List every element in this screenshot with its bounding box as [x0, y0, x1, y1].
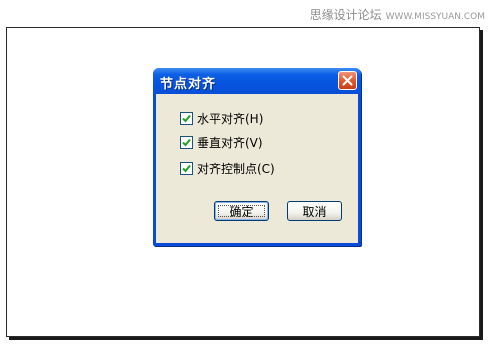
focus-rect — [218, 205, 265, 217]
watermark: 思缘设计论坛 WWW.MISSYUAN.COM — [310, 6, 485, 23]
checkmark-icon — [182, 164, 191, 172]
align-control-points-checkbox[interactable] — [180, 161, 193, 175]
vertical-align-label: 垂直对齐(V) — [197, 135, 263, 150]
dialog-titlebar[interactable]: 节点对齐 — [153, 68, 361, 94]
close-icon — [342, 75, 353, 86]
watermark-site-url: WWW.MISSYUAN.COM — [385, 12, 485, 22]
align-control-points-label: 对齐控制点(C) — [197, 161, 275, 176]
align-control-points-option[interactable]: 对齐控制点(C) — [180, 160, 275, 176]
screenshot-root: 思缘设计论坛 WWW.MISSYUAN.COM 节点对齐 水平对齐(H) 垂直对… — [0, 0, 491, 348]
checkmark-icon — [182, 114, 191, 122]
horizontal-align-label: 水平对齐(H) — [197, 111, 264, 126]
dialog-title: 节点对齐 — [160, 77, 217, 92]
vertical-align-checkbox[interactable] — [180, 135, 193, 149]
cancel-button-label: 取消 — [302, 204, 327, 219]
ok-button[interactable]: 确定 — [214, 201, 269, 221]
horizontal-align-checkbox[interactable] — [180, 111, 193, 125]
watermark-site-name: 思缘设计论坛 — [309, 8, 382, 22]
vertical-align-option[interactable]: 垂直对齐(V) — [180, 134, 263, 150]
cancel-button[interactable]: 取消 — [287, 201, 342, 221]
horizontal-align-option[interactable]: 水平对齐(H) — [180, 110, 263, 126]
close-button[interactable] — [338, 71, 357, 90]
checkmark-icon — [182, 138, 191, 146]
